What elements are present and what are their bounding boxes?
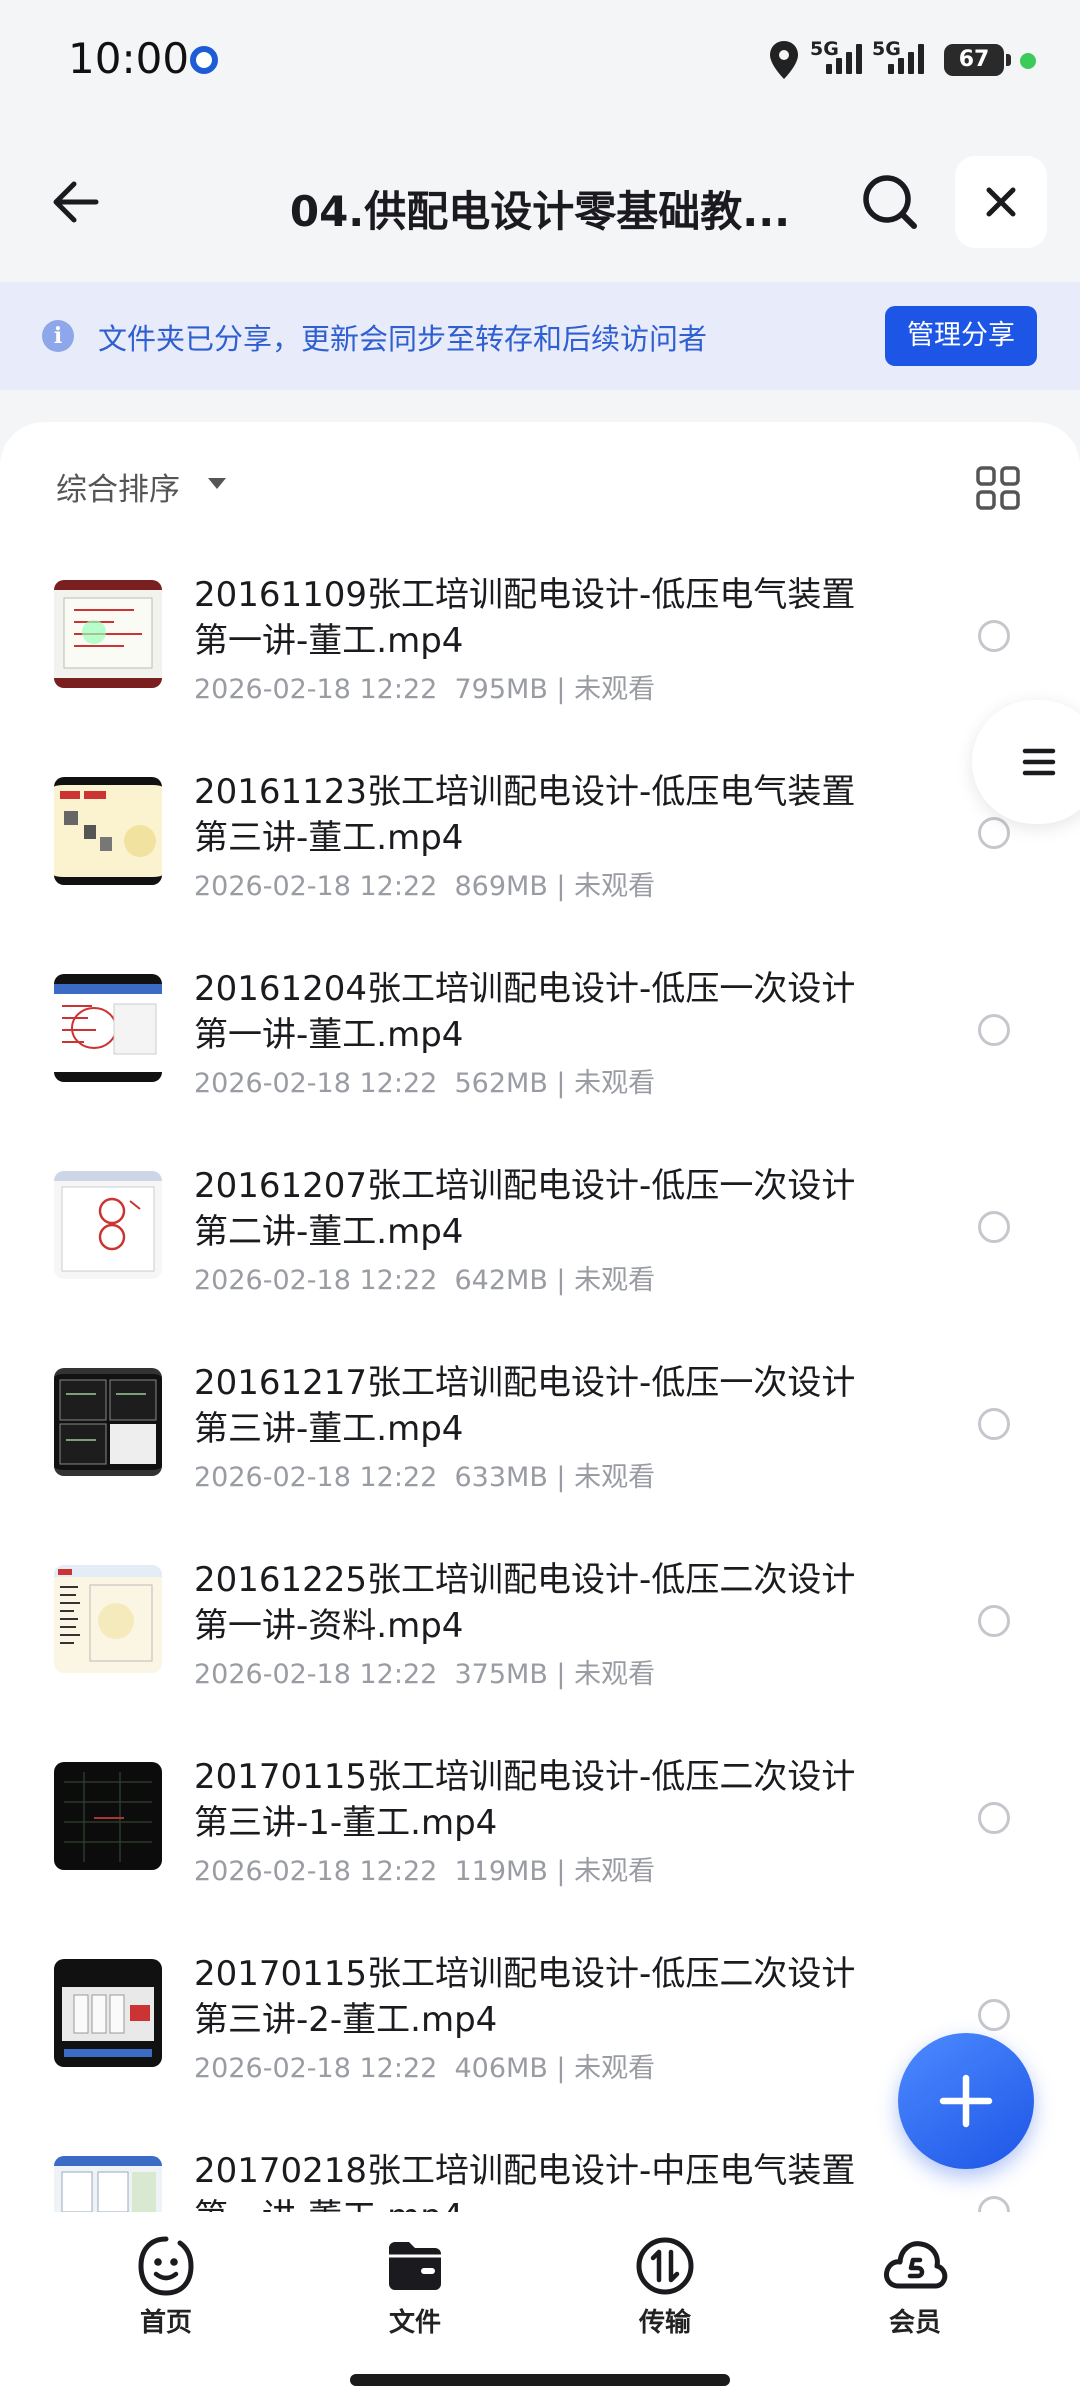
manage-share-button[interactable]: 管理分享 xyxy=(885,306,1037,366)
home-indicator xyxy=(350,2374,730,2386)
select-radio[interactable] xyxy=(978,817,1010,849)
select-radio[interactable] xyxy=(978,2196,1010,2212)
select-radio[interactable] xyxy=(978,620,1010,652)
file-meta: 2026-02-18 12:22 642MB | 未观看 xyxy=(194,1265,656,1296)
cloud-vip-icon xyxy=(884,2241,948,2289)
privacy-indicator-icon xyxy=(1020,53,1036,69)
signal-icon-2 xyxy=(888,44,924,74)
file-name: 20170218张工培训配电设计-中压电气装置第一讲-董工.mp4 xyxy=(194,2151,856,2212)
signal-icon-1 xyxy=(826,44,862,74)
nav-vip[interactable]: 会员 xyxy=(845,2234,985,2364)
select-radio[interactable] xyxy=(978,1014,1010,1046)
add-button[interactable] xyxy=(898,2033,1034,2169)
file-list-panel: 综合排序 20161109张工培训配电设计-低压电气装置第一讲-董工.mp4 2… xyxy=(0,422,1080,2212)
file-row[interactable]: 20161225张工培训配电设计-低压二次设计第一讲-资料.mp4 2026-0… xyxy=(0,1527,1080,1724)
file-row[interactable]: 20161207张工培训配电设计-低压一次设计第二讲-董工.mp4 2026-0… xyxy=(0,1133,1080,1330)
back-arrow-icon[interactable] xyxy=(40,170,104,234)
app-notification-icon xyxy=(190,46,218,74)
status-time: 10:00 xyxy=(68,34,190,83)
video-thumbnail xyxy=(54,1565,162,1673)
close-icon xyxy=(986,187,1016,217)
bottom-navigation: 首页 文件 传输 会员 xyxy=(0,2212,1080,2403)
select-radio[interactable] xyxy=(978,1999,1010,2031)
file-meta: 2026-02-18 12:22 562MB | 未观看 xyxy=(194,1068,656,1099)
file-name: 20161225张工培训配电设计-低压二次设计第一讲-资料.mp4 xyxy=(194,1560,856,1646)
file-name: 20161207张工培训配电设计-低压一次设计第二讲-董工.mp4 xyxy=(194,1166,856,1252)
nav-files[interactable]: 文件 xyxy=(345,2234,485,2364)
select-radio[interactable] xyxy=(978,1211,1010,1243)
file-row[interactable]: 20170115张工培训配电设计-低压二次设计第三讲-1-董工.mp4 2026… xyxy=(0,1724,1080,1921)
nav-files-label: 文件 xyxy=(388,2308,441,2338)
file-meta: 2026-02-18 12:22 633MB | 未观看 xyxy=(194,1462,656,1493)
caret-down-icon[interactable] xyxy=(208,478,226,489)
video-thumbnail xyxy=(54,974,162,1082)
transfer-icon xyxy=(636,2237,694,2295)
file-row[interactable]: 20161204张工培训配电设计-低压一次设计第一讲-董工.mp4 2026-0… xyxy=(0,936,1080,1133)
file-meta: 2026-02-18 12:22 119MB | 未观看 xyxy=(194,1856,656,1887)
select-radio[interactable] xyxy=(978,1605,1010,1637)
share-notice-banner: i 文件夹已分享，更新会同步至转存和后续访问者 管理分享 xyxy=(0,282,1080,390)
file-row[interactable]: 20161123张工培训配电设计-低压电气装置第三讲-董工.mp4 2026-0… xyxy=(0,739,1080,936)
file-name: 20170115张工培训配电设计-低压二次设计第三讲-2-董工.mp4 xyxy=(194,1954,856,2040)
close-button[interactable] xyxy=(955,156,1047,248)
video-thumbnail xyxy=(54,1959,162,2067)
file-name: 20161217张工培训配电设计-低压一次设计第三讲-董工.mp4 xyxy=(194,1363,856,1449)
nav-transfer-label: 传输 xyxy=(638,2308,691,2338)
video-thumbnail xyxy=(54,1171,162,1279)
search-icon[interactable] xyxy=(858,170,924,236)
file-row[interactable]: 20161109张工培训配电设计-低压电气装置第一讲-董工.mp4 2026-0… xyxy=(0,542,1080,739)
menu-icon xyxy=(1022,748,1056,776)
smile-face-icon xyxy=(138,2236,194,2296)
page-title: 04.供配电设计零基础教... xyxy=(289,187,791,236)
video-thumbnail xyxy=(54,777,162,885)
video-thumbnail xyxy=(54,1368,162,1476)
grid-view-icon[interactable] xyxy=(974,464,1022,512)
battery-icon: 67 xyxy=(944,44,1011,76)
file-meta: 2026-02-18 12:22 795MB | 未观看 xyxy=(194,674,656,705)
select-radio[interactable] xyxy=(978,1802,1010,1834)
location-icon xyxy=(770,41,798,79)
file-name: 20161123张工培训配电设计-低压电气装置第三讲-董工.mp4 xyxy=(194,772,856,858)
select-radio[interactable] xyxy=(978,1408,1010,1440)
file-list: 20161109张工培训配电设计-低压电气装置第一讲-董工.mp4 2026-0… xyxy=(0,542,1080,2212)
nav-transfer[interactable]: 传输 xyxy=(595,2234,735,2364)
video-thumbnail xyxy=(54,580,162,688)
file-name: 20161204张工培训配电设计-低压一次设计第一讲-董工.mp4 xyxy=(194,969,856,1055)
sort-dropdown[interactable]: 综合排序 xyxy=(56,464,180,509)
file-meta: 2026-02-18 12:22 406MB | 未观看 xyxy=(194,2053,656,2084)
file-meta: 2026-02-18 12:22 869MB | 未观看 xyxy=(194,871,656,902)
file-name: 20161109张工培训配电设计-低压电气装置第一讲-董工.mp4 xyxy=(194,575,856,661)
file-row[interactable]: 20161217张工培训配电设计-低压一次设计第三讲-董工.mp4 2026-0… xyxy=(0,1330,1080,1527)
app-screen: 10:00 5G 5G 67 04.供配电设计零基础教... i 文件夹已分享，… xyxy=(0,0,1080,2403)
video-thumbnail xyxy=(54,1762,162,1870)
share-notice-text: 文件夹已分享，更新会同步至转存和后续访问者 xyxy=(98,322,708,356)
file-name: 20170115张工培训配电设计-低压二次设计第三讲-1-董工.mp4 xyxy=(194,1757,856,1843)
nav-home[interactable]: 首页 xyxy=(96,2234,236,2364)
nav-home-label: 首页 xyxy=(139,2308,192,2338)
sort-bar: 综合排序 xyxy=(0,422,1080,542)
plus-icon xyxy=(939,2074,993,2128)
status-bar: 10:00 5G 5G 67 xyxy=(0,0,1080,120)
title-bar: 04.供配电设计零基础教... xyxy=(0,140,1080,262)
folder-filled-icon xyxy=(389,2242,441,2290)
file-meta: 2026-02-18 12:22 375MB | 未观看 xyxy=(194,1659,656,1690)
video-thumbnail xyxy=(54,2156,162,2212)
info-icon: i xyxy=(42,320,74,352)
nav-vip-label: 会员 xyxy=(888,2308,941,2338)
